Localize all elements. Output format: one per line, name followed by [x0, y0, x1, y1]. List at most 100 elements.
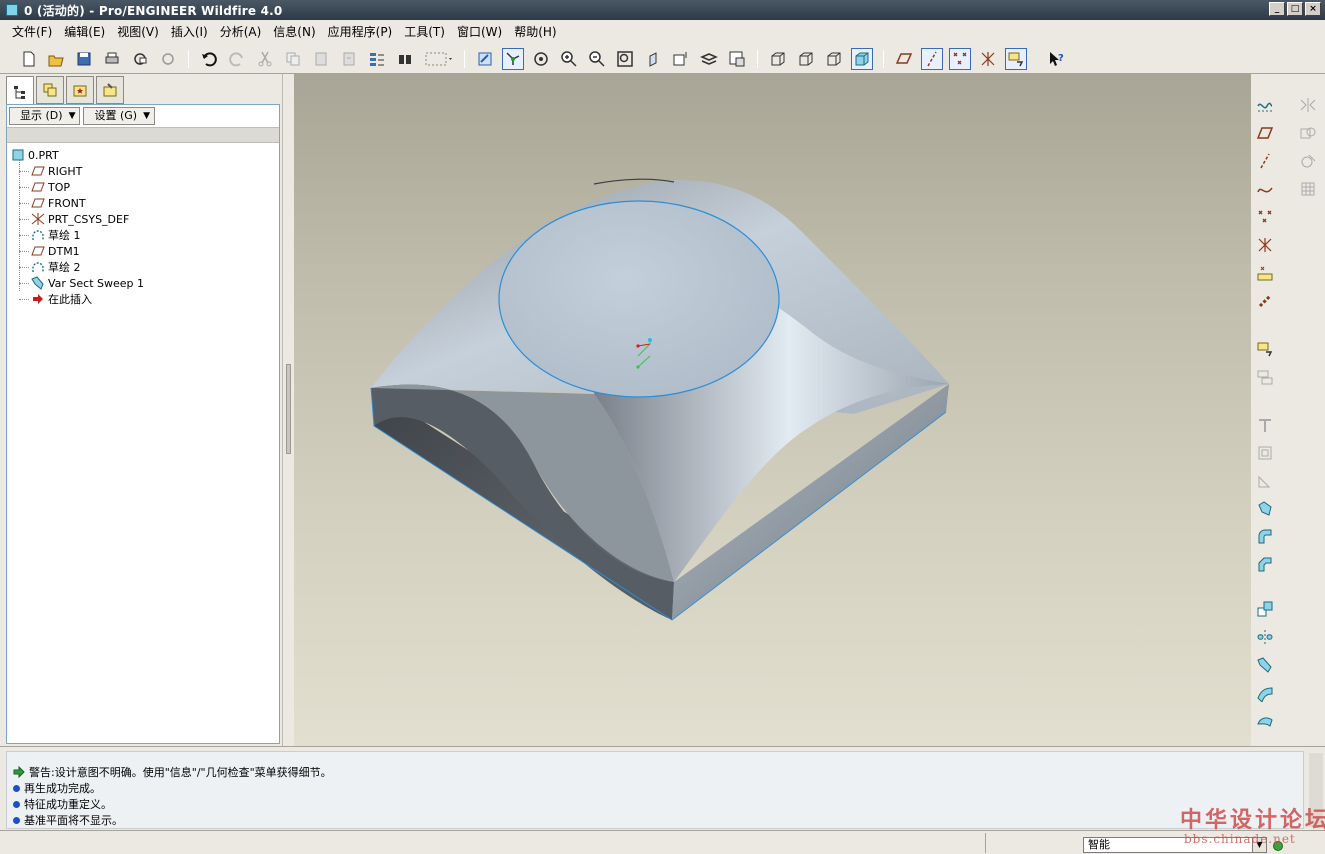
saved-views-icon[interactable] — [670, 48, 692, 70]
tree-item-top[interactable]: TOP — [11, 179, 277, 195]
paste-icon[interactable] — [310, 48, 332, 70]
menu-analysis[interactable]: 分析(A) — [214, 20, 268, 44]
style-icon[interactable] — [1254, 710, 1276, 732]
sweep-tool-icon[interactable] — [1254, 654, 1276, 676]
menu-tools[interactable]: 工具(T) — [398, 20, 451, 44]
selection-filter-select[interactable]: 智能 ▼ — [1083, 837, 1267, 853]
paste-special-icon[interactable] — [338, 48, 360, 70]
menu-applications[interactable]: 应用程序(P) — [322, 20, 399, 44]
undo-icon[interactable] — [198, 48, 220, 70]
selection-box-icon[interactable] — [422, 48, 456, 70]
connections-tab[interactable] — [96, 76, 124, 104]
datum-axis-tool-icon[interactable] — [1254, 150, 1276, 172]
zoom-out-icon[interactable] — [586, 48, 608, 70]
message-scrollbar[interactable] — [1309, 753, 1323, 827]
analysis-feature-icon[interactable] — [1254, 262, 1276, 284]
reorient-icon[interactable] — [642, 48, 664, 70]
open-icon[interactable] — [45, 48, 67, 70]
tree-item-right[interactable]: RIGHT — [11, 163, 277, 179]
chamfer-icon[interactable] — [1254, 554, 1276, 576]
sketch-tool-icon[interactable] — [1254, 94, 1276, 116]
maximize-button[interactable]: □ — [1287, 2, 1303, 16]
menu-insert[interactable]: 插入(I) — [165, 20, 214, 44]
shell-icon[interactable] — [1254, 442, 1276, 464]
menu-edit[interactable]: 编辑(E) — [58, 20, 111, 44]
graphics-window[interactable] — [294, 74, 1251, 746]
datum-plane-icon — [31, 197, 45, 209]
find-icon[interactable] — [394, 48, 416, 70]
datum-planes-icon[interactable] — [893, 48, 915, 70]
annotations-icon[interactable] — [1005, 48, 1027, 70]
tree-item-front[interactable]: FRONT — [11, 195, 277, 211]
menu-help[interactable]: 帮助(H) — [508, 20, 562, 44]
tree-item-sketch-2[interactable]: 草绘 2 — [11, 259, 277, 275]
layers-icon[interactable] — [698, 48, 720, 70]
tree-item-var-sect-sweep[interactable]: Var Sect Sweep 1 — [11, 275, 277, 291]
datum-curve-tool-icon[interactable] — [1254, 178, 1276, 200]
round-icon[interactable] — [1254, 526, 1276, 548]
navigator-splitter[interactable] — [282, 74, 294, 746]
datum-plane-tool-icon[interactable] — [1254, 122, 1276, 144]
zoom-in-icon[interactable] — [558, 48, 580, 70]
menu-view[interactable]: 视图(V) — [111, 20, 165, 44]
send-mail-attach-icon[interactable] — [157, 48, 179, 70]
chain-icon[interactable] — [1254, 290, 1276, 312]
favorites-tab[interactable] — [66, 76, 94, 104]
layer-tree-tab[interactable] — [36, 76, 64, 104]
datum-points-icon[interactable] — [949, 48, 971, 70]
repaint-icon[interactable] — [474, 48, 496, 70]
close-button[interactable]: × — [1305, 2, 1321, 16]
redo-icon[interactable] — [226, 48, 248, 70]
wireframe-icon[interactable] — [767, 48, 789, 70]
minimize-button[interactable]: _ — [1269, 2, 1285, 16]
menu-info[interactable]: 信息(N) — [267, 20, 321, 44]
mirror-icon[interactable] — [1254, 626, 1276, 648]
refit-icon[interactable] — [614, 48, 636, 70]
no-hidden-icon[interactable] — [823, 48, 845, 70]
new-icon[interactable] — [18, 48, 40, 70]
tree-item-csys[interactable]: PRT_CSYS_DEF — [11, 211, 277, 227]
model-view[interactable] — [294, 74, 1251, 746]
splitter-grip[interactable] — [286, 364, 291, 454]
datum-csys-tool-icon[interactable] — [1254, 234, 1276, 256]
coordinate-systems-icon[interactable] — [977, 48, 999, 70]
trim-icon[interactable] — [1297, 150, 1319, 172]
cut-icon[interactable] — [254, 48, 276, 70]
datum-axes-icon[interactable] — [921, 48, 943, 70]
rib-icon[interactable] — [1254, 470, 1276, 492]
merge-icon[interactable] — [1297, 122, 1319, 144]
shading-icon[interactable] — [851, 48, 873, 70]
tree-item-label: 草绘 2 — [48, 261, 81, 274]
settings-button[interactable]: 设置 (G) ▼ — [83, 107, 156, 125]
pattern-icon[interactable] — [1254, 598, 1276, 620]
orient-mode-icon[interactable] — [530, 48, 552, 70]
tree-item-part[interactable]: 0.PRT — [11, 147, 277, 163]
tree-item-dtm1[interactable]: DTM1 — [11, 243, 277, 259]
send-mail-icon[interactable] — [129, 48, 151, 70]
tree-item-insert-here[interactable]: 在此插入 — [11, 291, 277, 307]
menu-file[interactable]: 文件(F) — [6, 20, 58, 44]
folder-star-icon — [73, 85, 87, 97]
navigator-tabs — [6, 76, 124, 106]
menu-window[interactable]: 窗口(W) — [451, 20, 508, 44]
context-help-icon[interactable]: ? — [1045, 48, 1067, 70]
tree-item-sketch-1[interactable]: 草绘 1 — [11, 227, 277, 243]
array-icon[interactable] — [1297, 178, 1319, 200]
regenerate-icon[interactable] — [366, 48, 388, 70]
print-icon[interactable] — [101, 48, 123, 70]
hidden-line-icon[interactable] — [795, 48, 817, 70]
spin-center-icon[interactable] — [502, 48, 524, 70]
annotation-feature-icon[interactable] — [1254, 338, 1276, 360]
model-tree-tab[interactable] — [6, 76, 34, 106]
boundary-blend-icon[interactable] — [1254, 682, 1276, 704]
mirror-tool-icon[interactable] — [1297, 94, 1319, 116]
view-manager-icon[interactable] — [726, 48, 748, 70]
draft-icon[interactable] — [1254, 498, 1276, 520]
datum-point-tool-icon[interactable] — [1254, 206, 1276, 228]
copy-icon[interactable] — [282, 48, 304, 70]
hole-icon[interactable] — [1254, 414, 1276, 436]
copy-geometry-icon[interactable] — [1254, 366, 1276, 388]
show-button[interactable]: 显示 (D) ▼ — [9, 107, 81, 125]
chevron-down-icon[interactable]: ▼ — [1252, 838, 1266, 852]
save-icon[interactable] — [73, 48, 95, 70]
